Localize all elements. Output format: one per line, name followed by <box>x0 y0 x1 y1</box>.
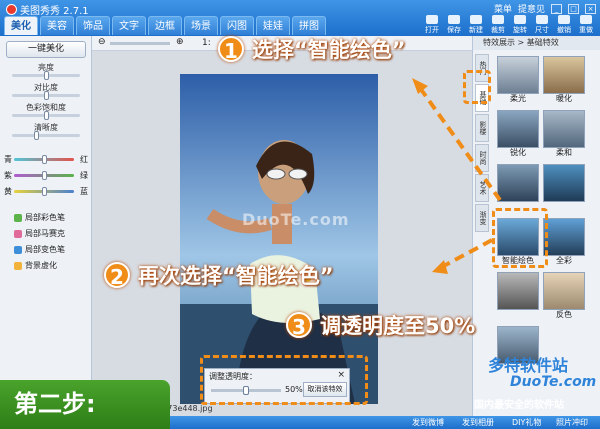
arrow-line <box>418 86 502 202</box>
step-label: 第二步: <box>0 380 170 429</box>
brand-site: DuoTe.com <box>510 374 597 390</box>
brand-name: 多特软件站 <box>488 356 569 375</box>
arrow-head <box>432 260 448 274</box>
brand-watermark: 多特软件站 DuoTe.com 国内最安全的软件站 <box>470 348 600 416</box>
arrow-line <box>439 238 493 270</box>
brand-slogan: 国内最安全的软件站 <box>474 400 564 411</box>
arrow-head <box>412 78 428 94</box>
